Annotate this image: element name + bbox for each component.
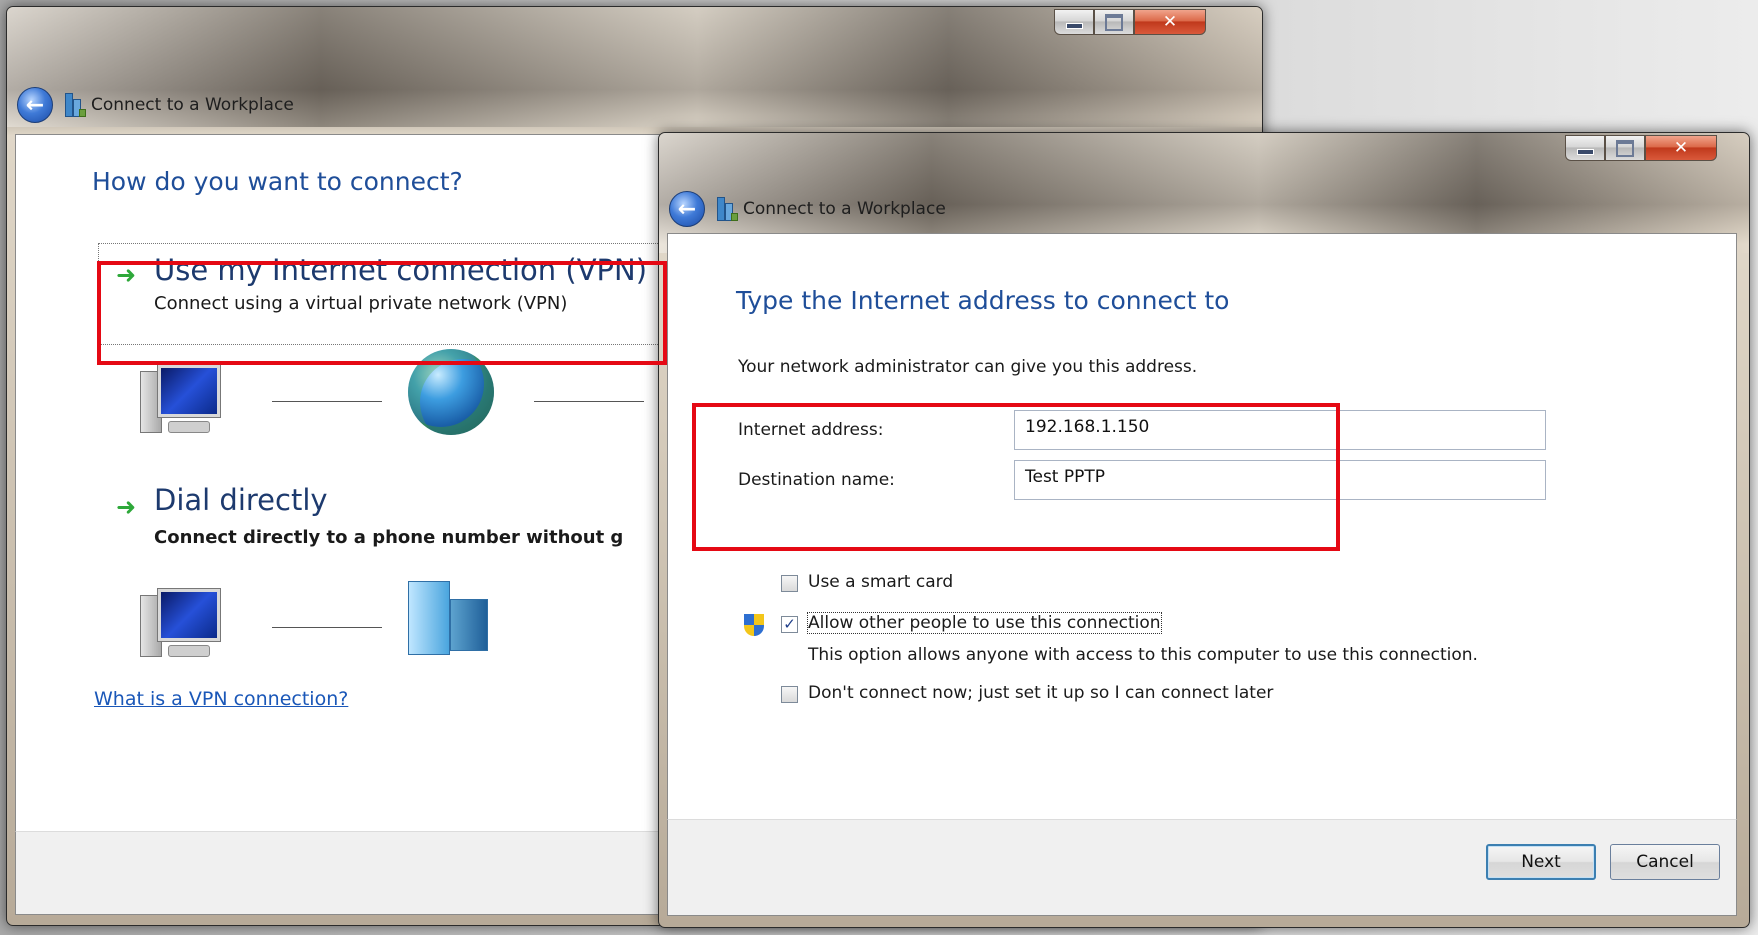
back-window-controls: ✕	[1054, 9, 1206, 35]
dial-option-title: Dial directly	[154, 483, 328, 517]
connector-line	[534, 401, 644, 402]
back-window-header: ← Connect to a Workplace	[17, 87, 294, 123]
connect-later-checkbox[interactable]	[781, 686, 798, 703]
intro-text: Your network administrator can give you …	[738, 357, 1198, 377]
page-heading: How do you want to connect?	[92, 167, 463, 196]
workplace-icon	[65, 93, 86, 117]
back-arrow-icon[interactable]: ←	[669, 191, 705, 227]
window-title: Connect to a Workplace	[91, 95, 294, 115]
back-arrow-icon[interactable]: ←	[17, 87, 53, 123]
window-title: Connect to a Workplace	[743, 199, 946, 219]
uac-shield-icon	[744, 614, 764, 636]
maximize-icon[interactable]	[1094, 9, 1134, 35]
smart-card-checkbox[interactable]	[781, 575, 798, 592]
computer-icon	[138, 581, 222, 665]
next-button[interactable]: Next	[1486, 844, 1596, 880]
close-icon[interactable]: ✕	[1645, 135, 1717, 161]
minimize-icon[interactable]	[1565, 135, 1605, 161]
connector-line	[272, 401, 382, 402]
green-arrow-icon: ➜	[116, 493, 137, 521]
page-heading: Type the Internet address to connect to	[736, 286, 1230, 315]
vpn-help-link[interactable]: What is a VPN connection?	[94, 688, 348, 710]
computer-icon	[138, 357, 222, 441]
dial-option-description: Connect directly to a phone number witho…	[154, 527, 624, 548]
front-window-footer: Next Cancel	[667, 819, 1737, 916]
front-window-header: ← Connect to a Workplace	[669, 191, 946, 227]
maximize-icon[interactable]	[1605, 135, 1645, 161]
minimize-icon[interactable]	[1054, 9, 1094, 35]
connector-line	[272, 627, 382, 628]
allow-others-note: This option allows anyone with access to…	[808, 645, 1478, 665]
vpn-highlight-box	[97, 261, 667, 365]
close-icon[interactable]: ✕	[1134, 9, 1206, 35]
connect-later-label[interactable]: Don't connect now; just set it up so I c…	[808, 683, 1273, 703]
cancel-button[interactable]: Cancel	[1610, 844, 1720, 880]
building-icon	[406, 581, 490, 655]
workplace-icon	[717, 197, 738, 221]
smart-card-label[interactable]: Use a smart card	[808, 572, 953, 592]
allow-others-checkbox[interactable]: ✓	[781, 616, 798, 633]
allow-others-label[interactable]: Allow other people to use this connectio…	[807, 612, 1162, 634]
front-window-controls: ✕	[1565, 135, 1717, 161]
address-highlight-box	[692, 403, 1340, 551]
